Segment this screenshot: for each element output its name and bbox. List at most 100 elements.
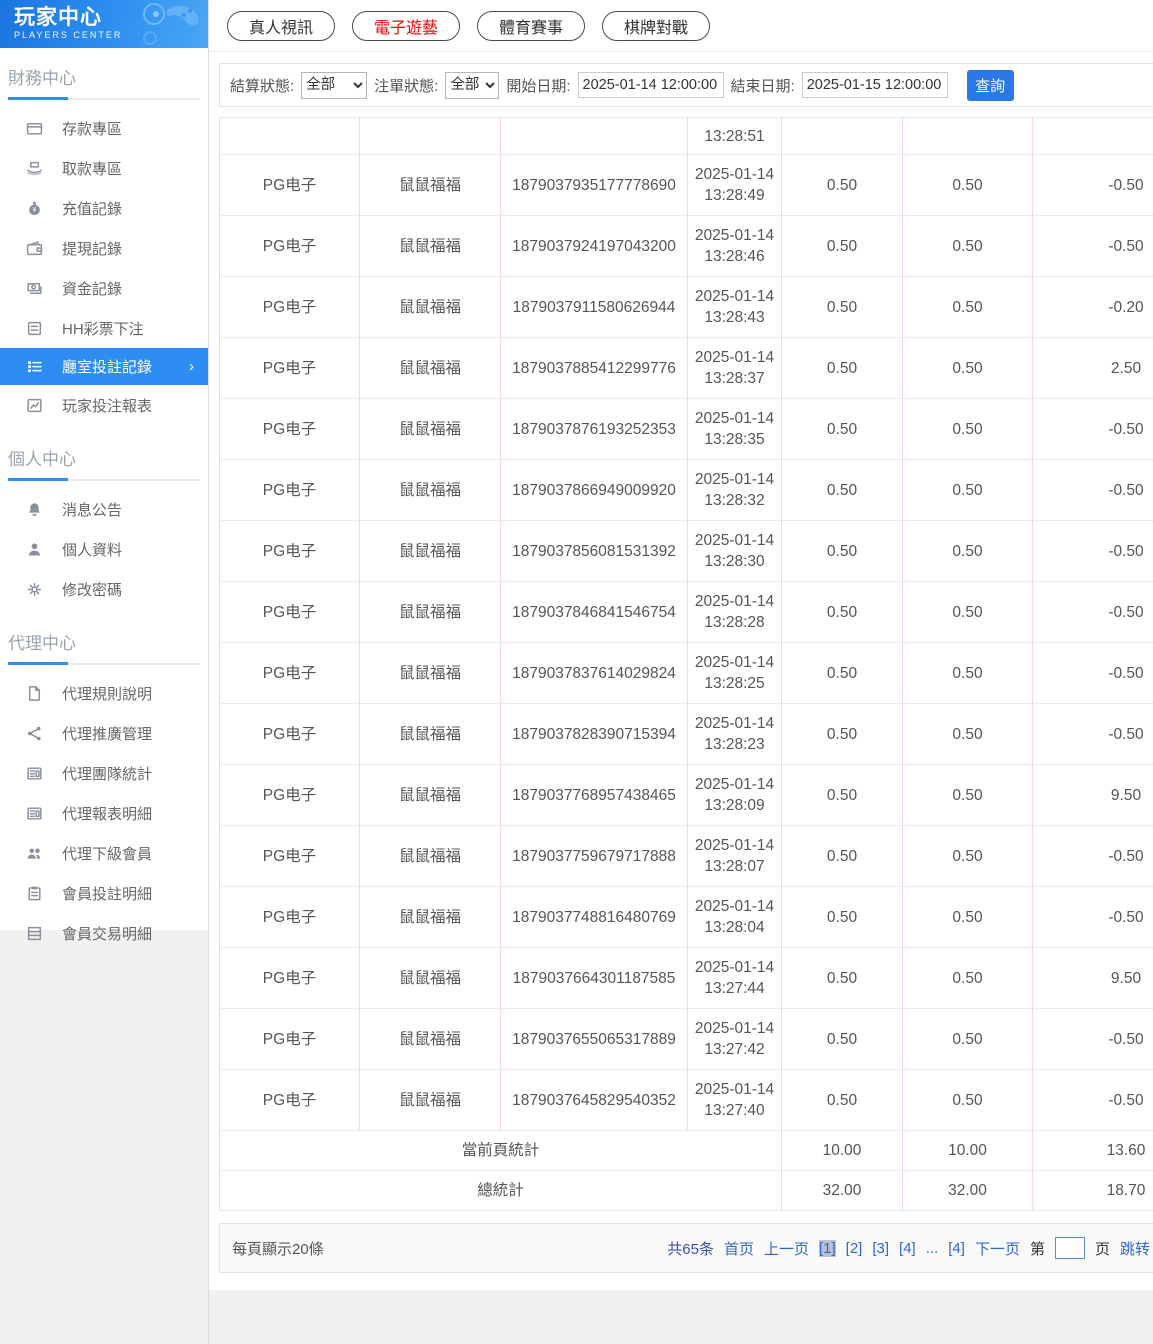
valid-bet-cell: 0.50 [902,215,1033,277]
sidebar-item[interactable]: 代理下級會員 [0,833,208,873]
start-date-input[interactable] [577,72,724,98]
time-cell: 13:28:51 [687,117,782,155]
order-id-cell: 1879037828390715394 [500,703,688,765]
sidebar-item[interactable]: 代理推廣管理 [0,713,208,753]
valid-bet-cell: 0.50 [902,459,1033,521]
table-row: PG电子 鼠鼠福福 1879037655065317889 2025-01-14 13:… [219,1008,1153,1070]
sidebar-item-label: 會員交易明細 [62,925,153,943]
table-row: PG电子 鼠鼠福福 1879037856081531392 2025-01-14 13:… [219,520,1153,582]
page-number-link[interactable]: [4] [899,1240,916,1257]
agent-team-news-icon [26,765,43,782]
table-row: PG电子 鼠鼠福福 1879037828390715394 2025-01-14 13:… [219,703,1153,765]
tab[interactable]: 體育賽事 [477,10,586,41]
sidebar-item[interactable]: 代理規則說明 [0,673,208,713]
platform-cell [219,117,360,155]
first-page-link[interactable]: 首页 [724,1238,754,1259]
valid-bet-cell: 0.50 [902,1008,1033,1070]
order-status-select[interactable]: 全部 [445,71,500,99]
main-content: 真人視訊 電子遊藝 體育賽事 棋牌對戰 結算狀態: 全部 注單狀態: 全部 開始日期:… [209,0,1153,1290]
current-page-number[interactable]: [1] [818,1239,836,1257]
sidebar-item[interactable]: 代理團隊統計 [0,753,208,793]
page-jump-input[interactable] [1054,1237,1085,1259]
page-number-link[interactable]: [2] [846,1240,863,1257]
order-id-cell: 1879037935177778690 [500,154,688,216]
sidebar-item-label: 修改密碼 [62,581,123,599]
sidebar-item[interactable]: 提現記錄 [0,228,208,268]
agent-promo-share-icon [26,725,43,742]
platform-cell: PG电子 [219,1008,360,1070]
platform-cell: PG电子 [219,337,360,399]
sidebar-item[interactable]: 玩家投注報表 [0,385,208,425]
total-summary-win-loss: 18.70 [1032,1170,1153,1211]
win-loss-cell: -0.50 [1032,459,1153,521]
withdrawal-wallet-icon [26,240,43,257]
tab[interactable]: 真人視訊 [227,10,336,41]
game-cell: 鼠鼠福福 [359,337,501,399]
order-id-cell: 1879037664301187585 [500,947,688,1009]
sidebar-item[interactable]: 個人資料 [0,529,208,569]
sidebar-item[interactable]: 修改密碼 [0,569,208,609]
total-summary-label: 總統計 [219,1170,782,1211]
next-page-link[interactable]: 下一页 [975,1238,1020,1259]
prev-page-link[interactable]: 上一页 [764,1238,809,1259]
sidebar-item[interactable]: ¥ 充值記錄 [0,188,208,228]
sidebar-item-label: 玩家投注報表 [62,397,153,415]
bet-cell: 0.50 [781,886,903,948]
game-cell: 鼠鼠福福 [359,764,501,826]
platform-cell: PG电子 [219,276,360,338]
withdraw-hand-icon [26,160,43,177]
sidebar-item[interactable]: 存款專區 [0,108,208,148]
page-number-link[interactable]: [3] [872,1240,889,1257]
platform-cell: PG电子 [219,459,360,521]
tab[interactable]: 棋牌對戰 [602,10,711,41]
tab[interactable]: 電子遊藝 [352,10,461,41]
table-row: PG电子 鼠鼠福福 1879037885412299776 2025-01-14 13:… [219,337,1153,399]
sidebar-item-label: 存款專區 [62,120,123,138]
sidebar-item[interactable]: 廳室投註記錄 › [0,348,208,385]
end-date-input[interactable] [801,72,948,98]
sidebar-item[interactable]: 會員投註明細 [0,873,208,913]
sidebar-item[interactable]: 資金記錄 [0,268,208,308]
gamepad-icon [143,3,199,45]
time-cell: 2025-01-14 13:28:28 [687,581,782,643]
sidebar-item[interactable]: HH彩票下注 [0,308,208,348]
sidebar-item-label: 代理規則說明 [62,685,153,703]
total-summary-bet: 32.00 [781,1170,903,1211]
sidebar-item-label: 充值記錄 [62,200,123,218]
platform-cell: PG电子 [219,703,360,765]
member-bet-clipboard-icon [26,885,43,902]
sidebar-item[interactable]: 代理報表明細 [0,793,208,833]
order-id-cell [500,117,688,155]
valid-bet-cell: 0.50 [902,886,1033,948]
win-loss-cell: -0.50 [1032,398,1153,460]
sidebar-item[interactable]: 消息公告 [0,489,208,529]
sidebar-item[interactable]: 取款專區 [0,148,208,188]
page-number-link[interactable]: ... [926,1240,939,1257]
order-id-cell: 1879037655065317889 [500,1008,688,1070]
game-cell: 鼠鼠福福 [359,642,501,704]
platform-cell: PG电子 [219,1069,360,1131]
sidebar-item[interactable]: 會員交易明細 [0,913,208,953]
time-cell: 2025-01-14 13:28:49 [687,154,782,216]
sidebar-section-title: 財務中心 [8,48,200,100]
jump-button[interactable]: 跳转 [1120,1238,1150,1259]
time-cell: 2025-01-14 13:28:37 [687,337,782,399]
search-button[interactable]: 查詢 [966,69,1014,101]
game-cell: 鼠鼠福福 [359,1008,501,1070]
player-report-chart-icon [26,397,43,414]
win-loss-cell: -0.50 [1032,886,1153,948]
platform-cell: PG电子 [219,764,360,826]
table-row: PG电子 鼠鼠福福 1879037924197043200 2025-01-14 13:… [219,215,1153,277]
jump-prefix-label: 第 [1029,1240,1045,1258]
order-status-label: 注單狀態: [374,77,439,95]
table-row: PG电子 鼠鼠福福 1879037935177778690 2025-01-14 13:… [219,154,1153,216]
page-summary-label: 當前頁統計 [219,1130,782,1171]
page-number-link[interactable]: [4] [948,1240,965,1257]
sidebar-item-label: 代理下級會員 [62,845,153,863]
platform-cell: PG电子 [219,581,360,643]
jump-suffix-label: 页 [1094,1240,1110,1258]
total-summary-row: 總統計 32.00 32.00 18.70 [219,1170,1153,1211]
order-id-cell: 1879037876193252353 [500,398,688,460]
settlement-status-select[interactable]: 全部 [301,71,368,99]
win-loss-cell: -0.50 [1032,520,1153,582]
